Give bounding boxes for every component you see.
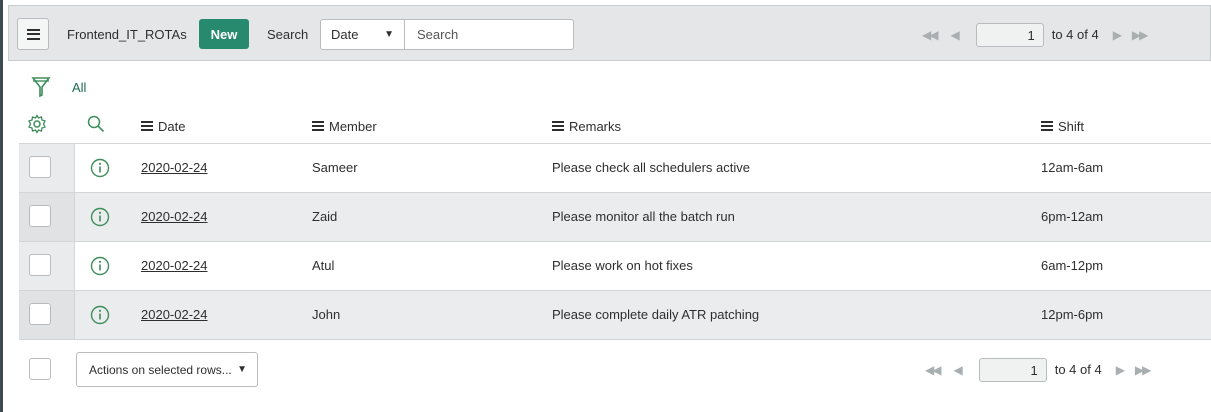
row-checkbox[interactable] bbox=[29, 205, 51, 227]
list-header: Frontend_IT_ROTAs New Search Date ▼ Sear… bbox=[8, 5, 1211, 61]
table-row: 2020-02-24 Zaid Please monitor all the b… bbox=[19, 192, 1211, 241]
row-select-cell bbox=[19, 193, 75, 241]
date-link[interactable]: 2020-02-24 bbox=[141, 160, 208, 175]
column-header-shift[interactable]: Shift bbox=[1041, 112, 1084, 140]
table-divider bbox=[19, 339, 1211, 340]
page-range-text: to 4 of 4 bbox=[1054, 362, 1102, 377]
column-header-member[interactable]: Member bbox=[312, 112, 377, 140]
gear-icon[interactable] bbox=[27, 114, 47, 134]
row-checkbox[interactable] bbox=[29, 254, 51, 276]
search-input[interactable]: Search bbox=[404, 19, 574, 50]
info-icon[interactable] bbox=[90, 207, 110, 227]
column-header-label: Remarks bbox=[569, 118, 622, 134]
list-view: Frontend_IT_ROTAs New Search Date ▼ Sear… bbox=[3, 0, 1211, 412]
info-icon[interactable] bbox=[90, 305, 110, 325]
date-link[interactable]: 2020-02-24 bbox=[141, 258, 208, 273]
page-number-input[interactable]: 1 bbox=[978, 357, 1047, 382]
search-label: Search bbox=[267, 27, 309, 42]
table-row: 2020-02-24 John Please complete daily AT… bbox=[19, 290, 1211, 339]
remarks-cell: Please check all schedulers active bbox=[552, 160, 750, 175]
shift-cell: 12am-6am bbox=[1041, 160, 1104, 175]
row-select-cell bbox=[19, 291, 75, 339]
table-row: 2020-02-24 Sameer Please check all sched… bbox=[19, 143, 1211, 192]
shift-cell: 12pm-6pm bbox=[1041, 307, 1104, 322]
remarks-cell: Please complete daily ATR patching bbox=[552, 307, 760, 322]
actions-on-selected-rows-select[interactable]: Actions on selected rows... ▼ bbox=[76, 352, 258, 387]
table-row: 2020-02-24 Atul Please work on hot fixes… bbox=[19, 241, 1211, 290]
next-page-icon[interactable]: ▶ bbox=[1116, 363, 1125, 377]
list-title: Frontend_IT_ROTAs bbox=[67, 27, 187, 42]
page-range-text: to 4 of 4 bbox=[1051, 27, 1099, 42]
column-header-remarks[interactable]: Remarks bbox=[552, 112, 621, 140]
column-menu-icon[interactable] bbox=[1041, 121, 1053, 131]
context-menu-button[interactable] bbox=[17, 18, 49, 50]
footer-pager: ◀◀ ◀ 1 to 4 of 4 ▶ ▶▶ bbox=[925, 354, 1152, 385]
column-header-date[interactable]: Date bbox=[141, 112, 185, 140]
page-number-input[interactable]: 1 bbox=[975, 22, 1044, 47]
row-checkbox[interactable] bbox=[29, 156, 51, 178]
row-select-cell bbox=[19, 242, 75, 290]
column-menu-icon[interactable] bbox=[552, 121, 564, 131]
previous-page-icon[interactable]: ◀ bbox=[953, 363, 962, 377]
filter-breadcrumb-all[interactable]: All bbox=[72, 80, 86, 95]
previous-page-icon[interactable]: ◀ bbox=[950, 28, 959, 42]
search-icon[interactable] bbox=[86, 114, 106, 134]
member-cell: John bbox=[312, 307, 341, 322]
row-checkbox[interactable] bbox=[29, 303, 51, 325]
column-header-label: Member bbox=[329, 118, 377, 134]
caret-down-icon: ▼ bbox=[237, 364, 247, 375]
member-cell: Zaid bbox=[312, 209, 338, 224]
column-header-label: Shift bbox=[1058, 118, 1085, 134]
date-link[interactable]: 2020-02-24 bbox=[141, 209, 208, 224]
info-icon[interactable] bbox=[90, 158, 110, 178]
shift-cell: 6am-12pm bbox=[1041, 258, 1104, 273]
select-all-checkbox[interactable] bbox=[29, 358, 51, 380]
date-link[interactable]: 2020-02-24 bbox=[141, 307, 208, 322]
remarks-cell: Please work on hot fixes bbox=[552, 258, 693, 273]
info-icon[interactable] bbox=[90, 256, 110, 276]
column-header-label: Date bbox=[158, 118, 186, 134]
member-cell: Atul bbox=[312, 258, 335, 273]
actions-select-label: Actions on selected rows... bbox=[89, 363, 232, 377]
search-field-value: Date bbox=[331, 27, 359, 42]
new-button[interactable]: New bbox=[199, 19, 249, 49]
last-page-icon[interactable]: ▶▶ bbox=[1135, 363, 1152, 377]
filter-icon[interactable] bbox=[31, 76, 51, 98]
next-page-icon[interactable]: ▶ bbox=[1113, 28, 1122, 42]
column-menu-icon[interactable] bbox=[141, 121, 153, 131]
shift-cell: 6pm-12am bbox=[1041, 209, 1104, 224]
column-menu-icon[interactable] bbox=[312, 121, 324, 131]
last-page-icon[interactable]: ▶▶ bbox=[1132, 28, 1149, 42]
search-field-select[interactable]: Date ▼ bbox=[320, 19, 405, 50]
member-cell: Sameer bbox=[312, 160, 358, 175]
caret-down-icon: ▼ bbox=[384, 29, 394, 40]
header-pager: ◀◀ ◀ 1 to 4 of 4 ▶ ▶▶ bbox=[922, 19, 1149, 50]
hamburger-icon bbox=[26, 28, 40, 40]
first-page-icon[interactable]: ◀◀ bbox=[922, 28, 939, 42]
remarks-cell: Please monitor all the batch run bbox=[552, 209, 735, 224]
first-page-icon[interactable]: ◀◀ bbox=[925, 363, 942, 377]
row-select-cell bbox=[19, 144, 75, 192]
